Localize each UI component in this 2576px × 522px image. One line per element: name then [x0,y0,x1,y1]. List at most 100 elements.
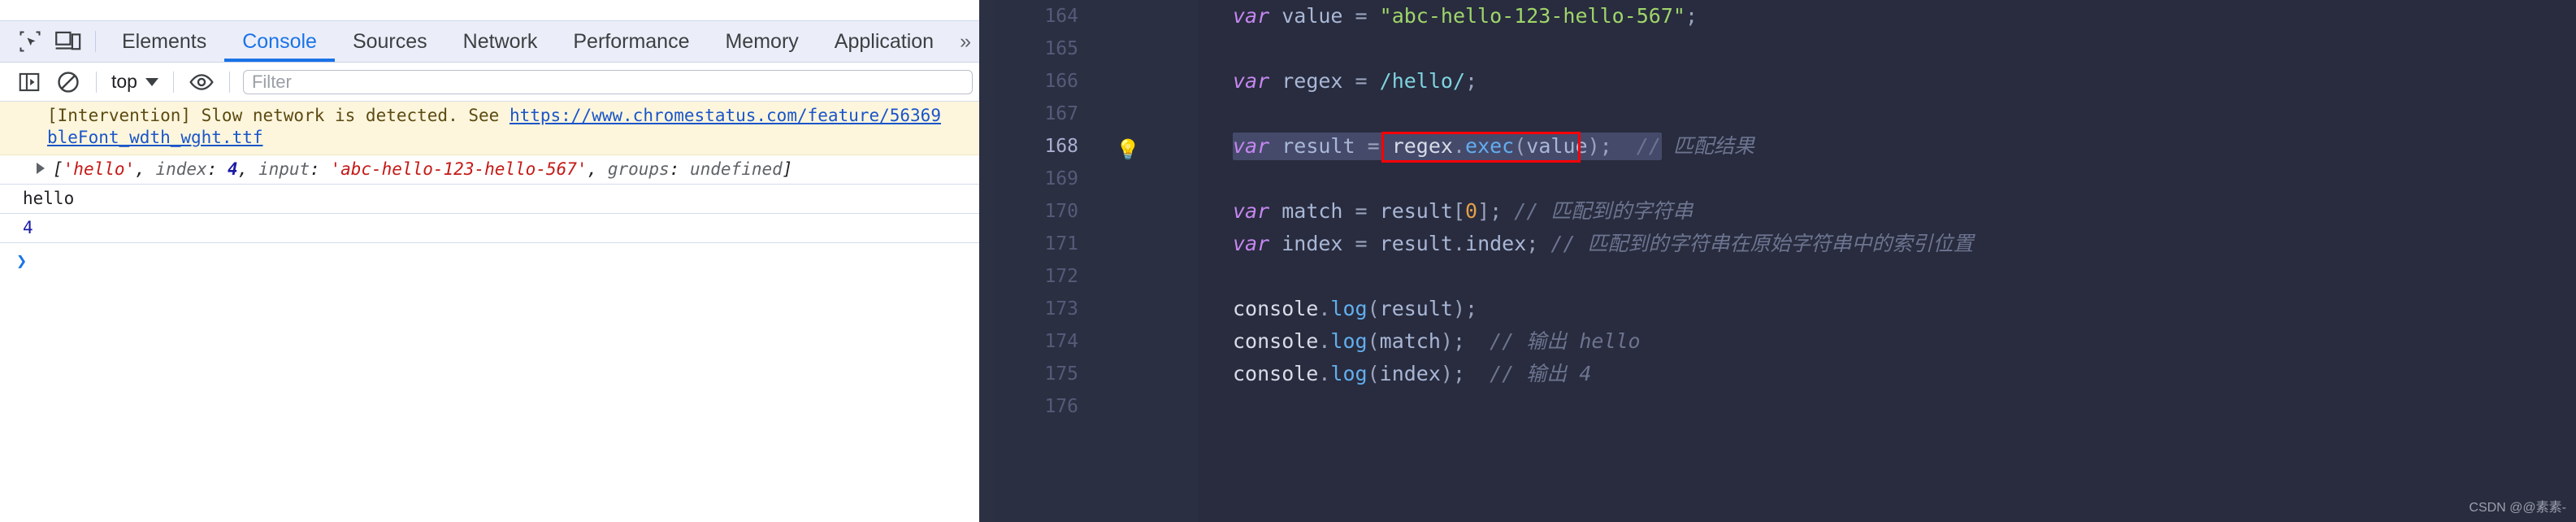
code-text: var regex = /hello/; [1233,69,1477,93]
show-console-sidebar-icon[interactable] [10,63,49,102]
warning-link-continued[interactable]: bleFont_wdth_wght.ttf [47,128,263,147]
code-token: console [1233,329,1319,353]
console-result-object-row[interactable]: ['hello', index: 4, input: 'abc-hello-12… [0,155,979,185]
code-token: // 匹配结果 [1611,134,1754,158]
code-line[interactable]: var index = result.index; // 匹配到的字符串在原始字… [1233,228,2576,260]
line-number: 165 [1044,38,1078,59]
tab-elements[interactable]: Elements [104,21,224,62]
line-number: 173 [1044,298,1078,320]
glyph-slot [1093,325,1166,358]
code-token: ( [1367,362,1380,385]
obj-token: , [135,159,156,179]
obj-token: : [206,159,228,179]
device-toolbar-icon[interactable] [50,21,88,62]
code-token: ; [1452,362,1466,385]
code-token: . [1452,232,1466,255]
code-line[interactable]: console.log(result); [1233,293,2576,325]
code-line[interactable]: var match = result[0]; // 匹配到的字符串 [1233,195,2576,228]
glyph-slot [1093,228,1166,260]
warning-link[interactable]: https://www.chromestatus.com/feature/563… [510,106,941,125]
code-token: log [1330,329,1368,353]
filter-placeholder: Filter [251,71,292,92]
code-line[interactable]: var regex = /hello/; [1233,65,2576,98]
line-number: 175 [1044,363,1078,385]
tab-overflow-label: » [960,29,971,53]
code-token: ( [1367,329,1380,353]
code-token: ) [1440,329,1453,353]
tab-label: Network [462,29,538,53]
line-number: 168 [1044,136,1078,157]
console-toolbar-divider [172,71,174,93]
code-line[interactable]: var result = regex.exec(value); // 匹配结果 [1233,130,2576,163]
console-warning-message: [Intervention] Slow network is detected.… [0,102,979,155]
editor-left-strip [979,0,995,522]
obj-token: 'abc-hello-123-hello-567' [330,159,588,179]
code-token: = [1342,69,1380,93]
code-token: [ [1452,199,1466,223]
console-output-row[interactable]: hello [0,185,979,214]
glyph-slot [1093,33,1166,65]
inspect-element-icon[interactable] [11,21,50,62]
devtools-panel: Elements Console Sources Network Perform… [0,0,979,522]
glyph-slot [1093,65,1166,98]
tab-network[interactable]: Network [445,21,556,62]
code-line[interactable] [1233,390,2576,423]
code-line[interactable] [1233,33,2576,65]
tab-sources[interactable]: Sources [335,21,445,62]
tab-console[interactable]: Console [224,21,335,62]
code-token: // 输出 hello [1465,329,1641,353]
code-token: result [1379,297,1453,320]
expand-arrow-icon[interactable] [37,162,45,174]
tab-application[interactable]: Application [817,21,952,62]
code-line[interactable] [1233,260,2576,293]
console-prompt[interactable]: ❯ [0,243,979,272]
tab-label: Memory [725,29,799,53]
obj-token: undefined [689,159,783,179]
code-token: result [1379,199,1453,223]
glyph-slot [1093,358,1166,390]
code-token: = [1342,4,1380,28]
code-line[interactable]: console.log(match); // 输出 hello [1233,325,2576,358]
console-output-text: hello [23,188,75,208]
code-token: var [1233,199,1282,223]
code-text: console.log(index); // 输出 4 [1233,362,1591,385]
line-number: 167 [1044,103,1078,124]
csdn-watermark: CSDN @@素素- [2469,501,2566,515]
code-token: // 匹配到的字符串在原始字符串中的索引位置 [1538,232,1974,255]
code-token: // 匹配到的字符串 [1502,199,1693,223]
code-token: log [1330,297,1368,320]
console-result-object: ['hello', index: 4, input: 'abc-hello-12… [0,159,979,179]
obj-token: , [587,159,608,179]
tab-memory[interactable]: Memory [707,21,816,62]
glyph-slot [1093,98,1166,130]
code-line[interactable]: var value = "abc-hello-123-hello-567"; [1233,0,2576,33]
code-text: var result = regex.exec(value); // 匹配结果 [1233,134,1754,158]
code-token: . [1318,329,1331,353]
code-token: . [1318,297,1331,320]
code-token: ( [1367,297,1380,320]
live-expression-icon[interactable] [182,63,221,102]
code-token: ; [1685,4,1698,28]
tab-performance[interactable]: Performance [555,21,707,62]
line-number: 176 [1044,396,1078,417]
console-filter-input[interactable]: Filter [242,69,973,94]
editor-code-area[interactable]: var value = "abc-hello-123-hello-567"; va… [1199,0,2576,522]
code-token: var [1233,4,1282,28]
code-line[interactable] [1233,98,2576,130]
code-line[interactable]: console.log(index); // 输出 4 [1233,358,2576,390]
code-token: ) [1587,134,1600,158]
console-output-number: 4 [23,217,33,237]
line-number: 174 [1044,331,1078,352]
tab-overflow-icon[interactable]: » [952,21,979,62]
lightbulb-icon[interactable]: 💡 [1116,140,1140,159]
obj-token: 4 [227,159,238,179]
tab-label: Sources [352,29,427,53]
code-line[interactable] [1233,163,2576,195]
javascript-context-selector[interactable]: top [105,71,165,93]
clear-console-icon[interactable] [49,63,88,102]
code-token: regex [1391,134,1453,158]
code-token: ] [1477,199,1490,223]
code-token: ; [1465,69,1478,93]
obj-token: 'hello' [63,159,136,179]
console-output-row[interactable]: 4 [0,214,979,244]
